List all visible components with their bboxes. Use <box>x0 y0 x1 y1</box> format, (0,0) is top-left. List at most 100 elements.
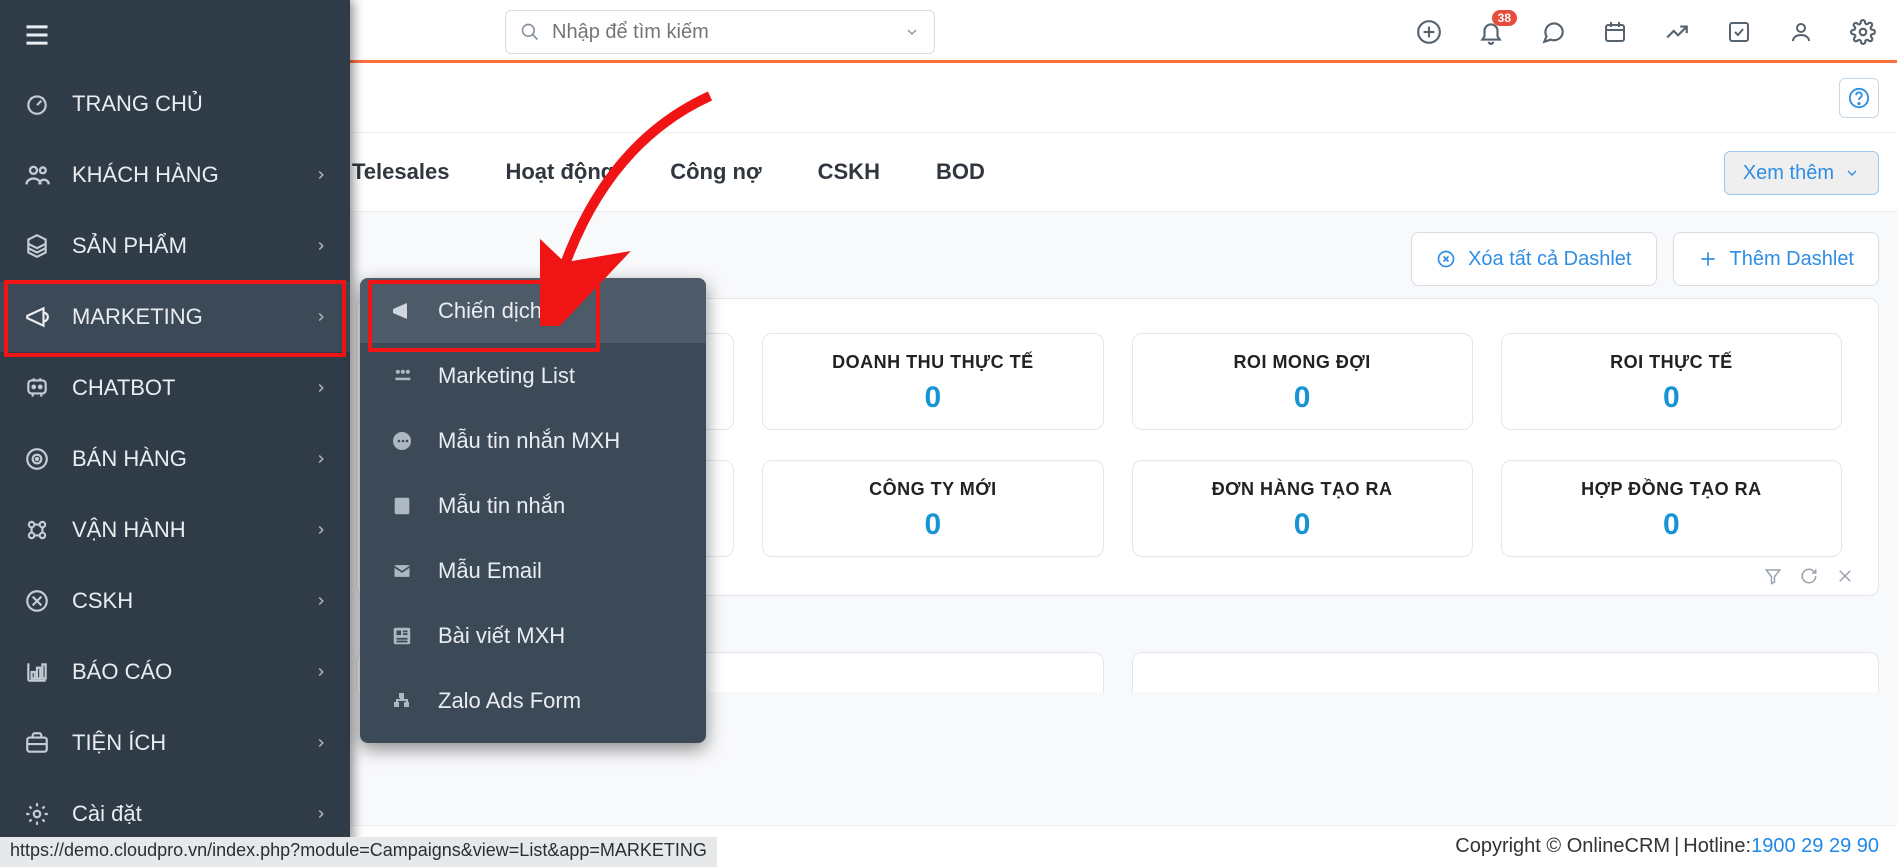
card-label: CÔNG TY MỚI <box>773 479 1092 500</box>
dashlet-toolbar: Xóa tất cả Dashlet Thêm Dashlet <box>1411 232 1879 286</box>
tab-bod[interactable]: BOD <box>936 159 985 185</box>
chevron-down-icon[interactable] <box>904 24 920 40</box>
sidebar-item-tiện-ích[interactable]: TIỆN ÍCH <box>0 707 350 778</box>
calendar-icon[interactable] <box>1599 16 1631 48</box>
nav-icon <box>22 89 52 119</box>
plus-icon <box>1698 249 1718 269</box>
metric-card: ROI MONG ĐỢI0 <box>1132 333 1473 430</box>
card-label: DOANH THU THỰC TẾ <box>773 352 1092 373</box>
bell-icon[interactable]: 38 <box>1475 16 1507 48</box>
add-icon[interactable] <box>1413 16 1445 48</box>
nav-label: SẢN PHẨM <box>72 233 187 259</box>
metric-card: ROI THỰC TẾ 0 <box>1501 333 1842 430</box>
sidebar-item-sản-phẩm[interactable]: SẢN PHẨM <box>0 210 350 281</box>
tab-cskh[interactable]: CSKH <box>818 159 880 185</box>
nav-label: VẬN HÀNH <box>72 517 186 543</box>
sidebar-item-vận-hành[interactable]: VẬN HÀNH <box>0 494 350 565</box>
submenu-item-marketing-list[interactable]: Marketing List <box>360 343 706 408</box>
card-label: ĐƠN HÀNG TẠO RA <box>1143 479 1462 500</box>
sidebar-item-cskh[interactable]: CSKH <box>0 565 350 636</box>
footer-hotline-link[interactable]: 1900 29 29 90 <box>1751 835 1879 858</box>
submenu-label: Mẫu tin nhắn MXH <box>438 428 620 454</box>
submenu-item-bài-viết-mxh[interactable]: Bài viết MXH <box>360 603 706 668</box>
hamburger-menu[interactable] <box>8 6 66 64</box>
chevron-right-icon <box>314 523 328 537</box>
search-input[interactable] <box>552 21 904 44</box>
browser-status-bar: https://demo.cloudpro.vn/index.php?modul… <box>0 837 717 867</box>
nav-label: MARKETING <box>72 304 203 330</box>
analytics-icon[interactable] <box>1661 16 1693 48</box>
refresh-icon[interactable] <box>1800 567 1818 585</box>
help-button[interactable] <box>1839 78 1879 118</box>
submenu-icon <box>388 622 416 650</box>
card-label: ROI THỰC TẾ <box>1512 352 1831 373</box>
add-dashlet-button[interactable]: Thêm Dashlet <box>1673 232 1880 286</box>
chevron-right-icon <box>314 807 328 821</box>
settings-gear-icon[interactable] <box>1847 16 1879 48</box>
footer-hotline-label: Hotline: <box>1683 835 1751 858</box>
nav-icon <box>22 302 52 332</box>
submenu-item-zalo-ads-form[interactable]: Zalo Ads Form <box>360 668 706 733</box>
search-input-wrap[interactable] <box>505 10 935 54</box>
metric-card: CÔNG TY MỚI 0 <box>762 460 1103 557</box>
submenu-icon <box>388 362 416 390</box>
nav-icon <box>22 728 52 758</box>
clear-dashlets-label: Xóa tất cả Dashlet <box>1468 248 1631 271</box>
close-icon[interactable] <box>1836 567 1854 585</box>
nav-label: TRANG CHỦ <box>72 91 203 117</box>
user-icon[interactable] <box>1785 16 1817 48</box>
filter-icon[interactable] <box>1764 567 1782 585</box>
card-value: 0 <box>773 508 1092 542</box>
card-value: 0 <box>1512 508 1831 542</box>
card-label: HỢP ĐỒNG TẠO RA <box>1512 479 1831 500</box>
nav-label: BÁN HÀNG <box>72 446 187 472</box>
sidebar-item-chatbot[interactable]: CHATBOT <box>0 352 350 423</box>
sidebar-item-khách-hàng[interactable]: KHÁCH HÀNG <box>0 139 350 210</box>
sidebar: TRANG CHỦ KHÁCH HÀNG SẢN PHẨM MARKETING CHAT… <box>0 0 350 867</box>
nav-label: KHÁCH HÀNG <box>72 162 219 188</box>
card-label: ROI MONG ĐỢI <box>1143 352 1462 373</box>
search-icon <box>520 22 540 42</box>
sidebar-item-bán-hàng[interactable]: BÁN HÀNG <box>0 423 350 494</box>
sidebar-item-báo-cáo[interactable]: BÁO CÁO <box>0 636 350 707</box>
tab-cong-no[interactable]: Công nợ <box>670 159 761 185</box>
nav-icon <box>22 373 52 403</box>
nav-label: BÁO CÁO <box>72 659 172 685</box>
tabs: Telesales Hoạt động Công nợ CSKH BOD <box>352 159 985 185</box>
nav-icon <box>22 515 52 545</box>
card-value: 0 <box>773 381 1092 415</box>
nav-icon <box>22 160 52 190</box>
metric-card: DOANH THU THỰC TẾ 0 <box>762 333 1103 430</box>
submenu-label: Mẫu Email <box>438 558 542 584</box>
submenu-item-mẫu-tin-nhắn-mxh[interactable]: Mẫu tin nhắn MXH <box>360 408 706 473</box>
task-check-icon[interactable] <box>1723 16 1755 48</box>
tab-hoat-dong[interactable]: Hoạt động <box>505 159 614 185</box>
close-circle-icon <box>1436 249 1456 269</box>
nav-icon <box>22 657 52 687</box>
tab-telesales[interactable]: Telesales <box>352 159 449 185</box>
nav-icon <box>22 799 52 829</box>
notification-badge: 38 <box>1492 10 1517 26</box>
clear-dashlets-button[interactable]: Xóa tất cả Dashlet <box>1411 232 1656 286</box>
footer-copyright: Copyright © OnlineCRM <box>1455 835 1670 858</box>
submenu-item-mẫu-email[interactable]: Mẫu Email <box>360 538 706 603</box>
sidebar-item-marketing[interactable]: MARKETING <box>0 281 350 352</box>
sidebar-item-trang-chủ[interactable]: TRANG CHỦ <box>0 68 350 139</box>
metric-card: ĐƠN HÀNG TẠO RA0 <box>1132 460 1473 557</box>
view-more-button[interactable]: Xem thêm <box>1724 151 1879 195</box>
chat-icon[interactable] <box>1537 16 1569 48</box>
nav-list: TRANG CHỦ KHÁCH HÀNG SẢN PHẨM MARKETING CHAT… <box>0 68 350 849</box>
submenu-item-mẫu-tin-nhắn[interactable]: Mẫu tin nhắn <box>360 473 706 538</box>
topbar-actions: 38 <box>1413 0 1879 63</box>
view-more-label: Xem thêm <box>1743 162 1834 185</box>
chevron-right-icon <box>314 665 328 679</box>
nav-label: Cài đặt <box>72 801 142 827</box>
chevron-down-icon <box>1844 165 1860 181</box>
chevron-right-icon <box>314 381 328 395</box>
marketing-submenu: Chiến dịchMarketing List Mẫu tin nhắn MXH… <box>360 278 706 743</box>
submenu-label: Zalo Ads Form <box>438 688 581 714</box>
submenu-icon <box>388 297 416 325</box>
card-value: 0 <box>1512 381 1831 415</box>
chevron-right-icon <box>314 452 328 466</box>
submenu-item-chiến-dịch[interactable]: Chiến dịch <box>360 278 706 343</box>
